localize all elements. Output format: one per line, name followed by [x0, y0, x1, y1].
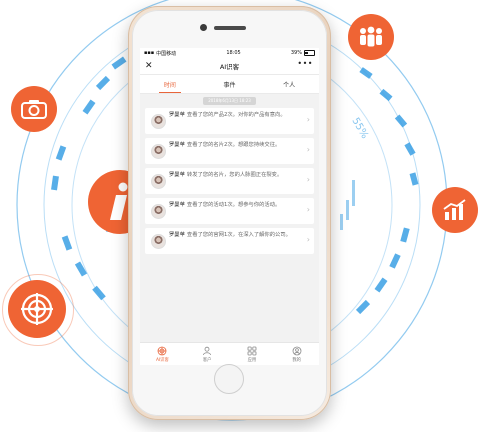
- segment-tabs: 时间 事件 个人: [140, 75, 319, 94]
- promo-scene: 55% ▪▪▪ 中国移动 18:05 39% ✕ AI识客 ••• 时间 事件 …: [0, 0, 483, 432]
- growth-chart-badge: [432, 187, 478, 233]
- activity-description: 查看了您的官网1次，在深入了解你的公司。: [186, 232, 291, 238]
- chevron-right-icon: ›: [306, 115, 310, 124]
- more-menu-icon[interactable]: •••: [297, 59, 313, 68]
- list-item-text: 罗曼苹 查看了您的名片2次。想跟您持续交往。: [169, 142, 299, 149]
- radar-icon: [157, 346, 167, 355]
- visitor-name: 罗曼苹: [169, 232, 185, 238]
- list-item[interactable]: 罗曼苹 查看了您的名片2次。想跟您持续交往。 ›: [145, 138, 314, 164]
- avatar: [151, 174, 166, 189]
- avatar: [151, 114, 166, 129]
- tabbar-item-customers[interactable]: 客户: [185, 343, 230, 365]
- battery-percent: 39%: [290, 50, 302, 56]
- avatar: [151, 144, 166, 159]
- bottom-tab-bar: AI识客 客户 应用 我的: [140, 342, 319, 365]
- visitor-name: 罗曼苹: [169, 202, 185, 208]
- tabbar-item-apps[interactable]: 应用: [230, 343, 275, 365]
- avatar: [151, 234, 166, 249]
- tabbar-label: AI识客: [155, 357, 169, 363]
- chevron-right-icon: ›: [306, 175, 310, 184]
- visitor-name: 罗曼苹: [169, 142, 185, 148]
- home-button[interactable]: [214, 364, 244, 394]
- list-item-text: 罗曼苹 查看了您的官网1次，在深入了解你的公司。: [169, 232, 299, 239]
- list-item[interactable]: 罗曼苹 转发了您的名片，您的人脉圈正在裂变。 ›: [145, 168, 314, 194]
- signal-icon: ▪▪▪: [144, 50, 155, 56]
- person-icon: [203, 346, 212, 355]
- close-icon[interactable]: ✕: [145, 60, 153, 72]
- chevron-right-icon: ›: [306, 145, 310, 154]
- list-item[interactable]: 罗曼苹 查看了您的活动1次。想参与你的活动。 ›: [145, 198, 314, 224]
- list-item-text: 罗曼苹 查看了您的活动1次。想参与你的活动。: [169, 202, 299, 209]
- target-icon: [21, 293, 53, 325]
- profile-icon: [292, 346, 302, 355]
- group-badge: [348, 14, 394, 60]
- status-time: 18:05: [226, 50, 241, 56]
- activity-description: 转发了您的名片，您的人脉圈正在裂变。: [186, 172, 283, 178]
- camera-badge: [11, 86, 57, 132]
- visitor-name: 罗曼苹: [169, 172, 185, 178]
- tab-event[interactable]: 事件: [200, 75, 260, 93]
- phone-frame: ▪▪▪ 中国移动 18:05 39% ✕ AI识客 ••• 时间 事件 个人 2…: [128, 6, 331, 420]
- activity-description: 查看了您的活动1次。想参与你的活动。: [186, 202, 281, 208]
- activity-description: 查看了您的名片2次。想跟您持续交往。: [186, 142, 281, 148]
- tabbar-label: 我的: [292, 357, 301, 363]
- growth-chart-icon: [443, 199, 466, 220]
- list-item-text: 罗曼苹 转发了您的名片，您的人脉圈正在裂变。: [169, 172, 299, 179]
- group-icon: [360, 26, 382, 47]
- date-divider: 2018年6月13日 18:23: [140, 94, 319, 108]
- tab-person[interactable]: 个人: [259, 75, 319, 93]
- avatar: [151, 204, 166, 219]
- battery-icon: [303, 50, 315, 56]
- list-item[interactable]: 罗曼苹 查看了您的产品2次。对你的产品有意向。 ›: [145, 108, 314, 134]
- visitor-name: 罗曼苹: [169, 112, 185, 118]
- tabbar-label: 应用: [247, 357, 257, 363]
- activity-feed: 罗曼苹 查看了您的产品2次。对你的产品有意向。 › 罗曼苹 查看了您的名片2次。想跟…: [140, 108, 319, 254]
- app-screen: ▪▪▪ 中国移动 18:05 39% ✕ AI识客 ••• 时间 事件 个人 2…: [140, 48, 319, 365]
- list-item-text: 罗曼苹 查看了您的产品2次。对你的产品有意向。: [169, 112, 299, 119]
- page-title: AI识客: [219, 63, 240, 71]
- carrier-label: 中国移动: [156, 50, 177, 57]
- list-item[interactable]: 罗曼苹 查看了您的官网1次，在深入了解你的公司。 ›: [145, 228, 314, 254]
- grid-icon: [247, 346, 257, 355]
- date-chip: 2018年6月13日 18:23: [203, 97, 256, 105]
- chevron-right-icon: ›: [306, 235, 310, 244]
- tabbar-item-ai[interactable]: AI识客: [140, 343, 185, 365]
- nav-bar: ✕ AI识客 •••: [140, 58, 319, 75]
- camera-icon: [21, 100, 47, 119]
- chevron-right-icon: ›: [306, 205, 310, 214]
- target-badge: [8, 280, 66, 338]
- earpiece: [214, 26, 246, 30]
- status-bar: ▪▪▪ 中国移动 18:05 39%: [140, 48, 319, 58]
- front-camera: [200, 24, 207, 31]
- activity-description: 查看了您的产品2次。对你的产品有意向。: [186, 112, 286, 118]
- tabbar-item-mine[interactable]: 我的: [274, 343, 319, 365]
- tabbar-label: 客户: [202, 357, 212, 363]
- tab-time[interactable]: 时间: [140, 75, 200, 93]
